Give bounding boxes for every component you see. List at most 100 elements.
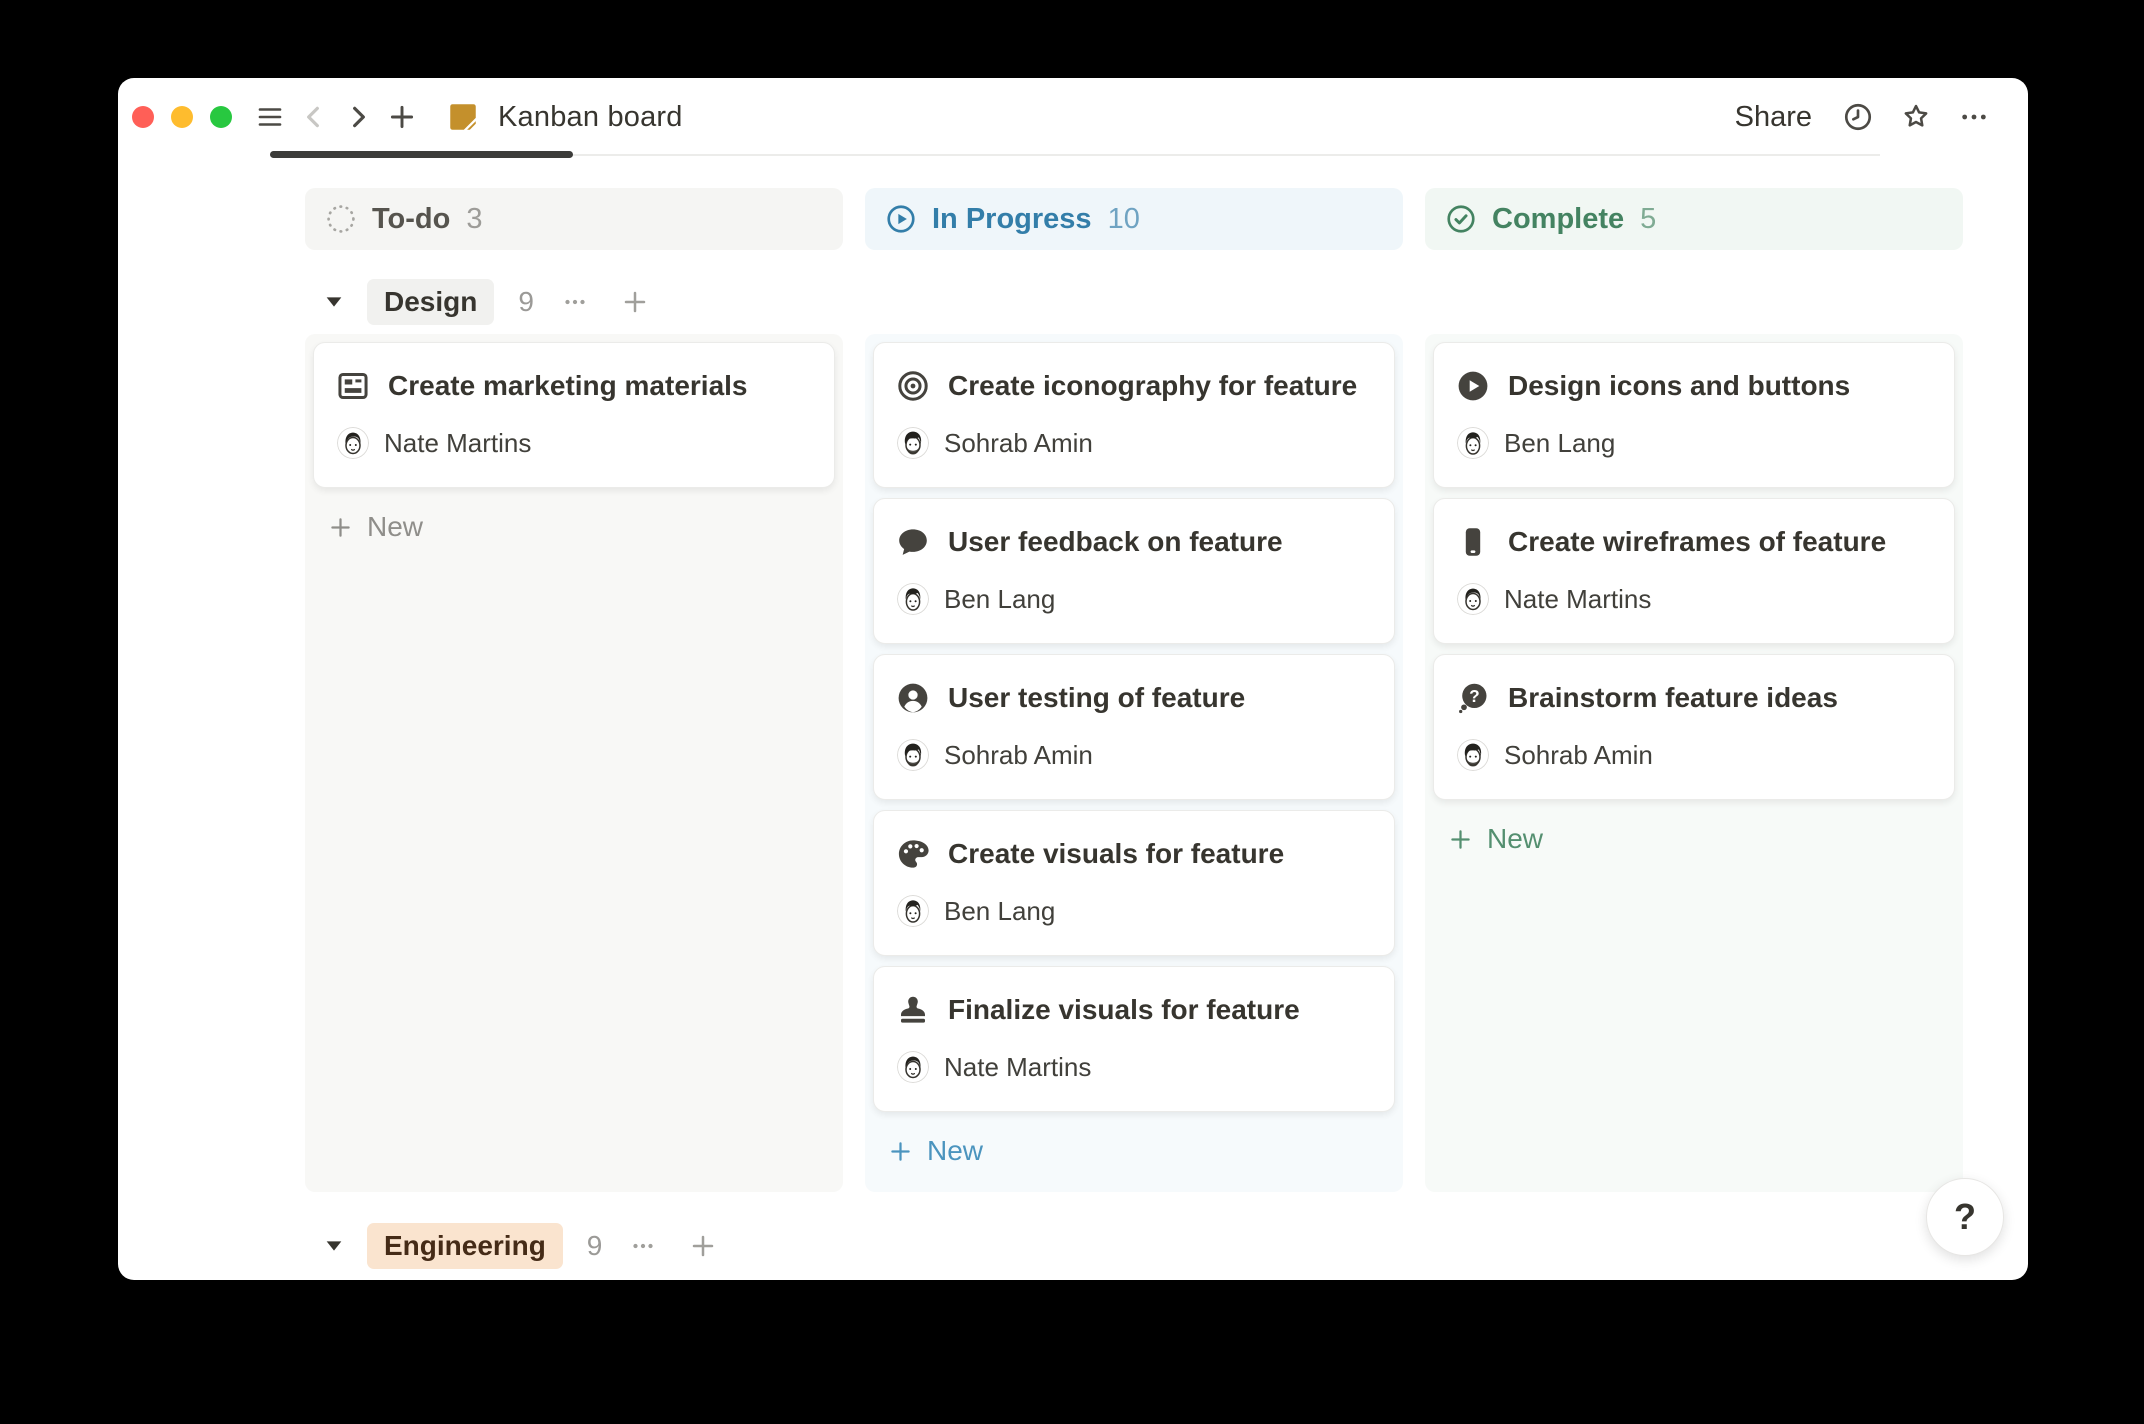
card-assignee: Nate Martins (1455, 583, 1933, 615)
play-circle-solid-icon (1455, 368, 1491, 404)
new-card-button[interactable]: New (1433, 810, 1955, 868)
hamburger-icon (254, 101, 286, 133)
kanban-card[interactable]: User testing of feature Sohrab Amin (873, 654, 1395, 800)
card-head: Finalize visuals for feature (895, 992, 1373, 1028)
group-more-button[interactable] (556, 283, 594, 321)
target-icon (895, 368, 931, 404)
help-button[interactable]: ? (1926, 1178, 2004, 1256)
plus-icon (386, 101, 418, 133)
toolbar: Kanban board Share (118, 78, 2028, 156)
columns-row: Create marketing materialsNate Martins Ne… (305, 334, 1984, 1192)
card-title: Finalize visuals for feature (948, 994, 1300, 1026)
group-add-button[interactable] (616, 283, 654, 321)
kanban-card[interactable]: Create visuals for feature Ben Lang (873, 810, 1395, 956)
speech-bubble-icon (895, 524, 931, 560)
card-head: Create wireframes of feature (1455, 524, 1933, 560)
column-body-todo: Create marketing materialsNate Martins Ne… (305, 334, 843, 1192)
group-row-design: Design 9 (305, 270, 1984, 334)
close-window-button[interactable] (132, 106, 154, 128)
card-head: ? Brainstorm feature ideas (1455, 680, 1933, 716)
assignee-name: Ben Lang (1504, 428, 1615, 459)
newspaper-icon (335, 368, 371, 404)
favorite-button[interactable] (1894, 95, 1938, 139)
new-card-label: New (1487, 823, 1543, 855)
sidebar-menu-button[interactable] (248, 95, 292, 139)
group-add-button[interactable] (684, 1227, 722, 1265)
kanban-board: To-do 3 In Progress10 Complete5 Design 9 Cr… (118, 156, 2028, 1266)
new-page-button[interactable] (380, 95, 424, 139)
column-header-in-progress[interactable]: In Progress10 (865, 188, 1403, 250)
card-assignee: Ben Lang (1455, 427, 1933, 459)
more-options-button[interactable] (1952, 95, 1996, 139)
kanban-card[interactable]: User feedback on feature Ben Lang (873, 498, 1395, 644)
minimize-window-button[interactable] (171, 106, 193, 128)
column-headers-row: To-do 3 In Progress10 Complete5 (305, 188, 1984, 250)
kanban-card[interactable]: Finalize visuals for feature Nate Martins (873, 966, 1395, 1112)
kanban-card[interactable]: Design icons and buttonsBen Lang (1433, 342, 1955, 488)
share-button[interactable]: Share (1725, 95, 1822, 140)
column-count: 3 (466, 203, 482, 236)
play-circle-icon (885, 203, 917, 235)
avatar-sohrab (897, 739, 929, 771)
card-title: Create wireframes of feature (1508, 526, 1886, 558)
group-more-button[interactable] (624, 1227, 662, 1265)
zoom-window-button[interactable] (210, 106, 232, 128)
updates-button[interactable] (1836, 95, 1880, 139)
kanban-card[interactable]: ? Brainstorm feature ideas Sohrab Amin (1433, 654, 1955, 800)
triangle-down-icon (323, 291, 345, 313)
card-title: User feedback on feature (948, 526, 1283, 558)
ellipsis-icon (628, 1231, 658, 1261)
assignee-name: Ben Lang (944, 584, 1055, 615)
group-toggle-button[interactable] (317, 1229, 351, 1263)
assignee-name: Nate Martins (384, 428, 531, 459)
card-assignee: Sohrab Amin (1455, 739, 1933, 771)
star-icon (1900, 101, 1932, 133)
avatar-ben (1457, 427, 1489, 459)
column-header-complete[interactable]: Complete5 (1425, 188, 1963, 250)
nav-back-button[interactable] (292, 95, 336, 139)
plus-icon (887, 1138, 914, 1165)
group-pill-engineering[interactable]: Engineering (367, 1223, 563, 1269)
group-row-engineering: Engineering 9 (305, 1226, 1984, 1266)
group-pill-design[interactable]: Design (367, 279, 494, 325)
card-assignee: Nate Martins (895, 1051, 1373, 1083)
chevron-left-icon (298, 101, 330, 133)
card-title: User testing of feature (948, 682, 1245, 714)
new-card-label: New (367, 511, 423, 543)
phone-icon (1455, 524, 1491, 560)
kanban-card[interactable]: Create iconography for feature Sohrab Ami… (873, 342, 1395, 488)
plus-icon (688, 1231, 718, 1261)
page-title[interactable]: Kanban board (498, 101, 683, 134)
card-head: User feedback on feature (895, 524, 1373, 560)
kanban-card[interactable]: Create wireframes of feature Nate Martins (1433, 498, 1955, 644)
assignee-name: Sohrab Amin (944, 428, 1093, 459)
group-toggle-button[interactable] (317, 285, 351, 319)
column-body-in-progress: Create iconography for feature Sohrab Ami… (865, 334, 1403, 1192)
avatar-nate (897, 1051, 929, 1083)
assignee-name: Sohrab Amin (1504, 740, 1653, 771)
avatar-nate (337, 427, 369, 459)
card-title: Brainstorm feature ideas (1508, 682, 1838, 714)
card-title: Create iconography for feature (948, 370, 1357, 402)
new-card-button[interactable]: New (873, 1122, 1395, 1180)
palette-icon (895, 836, 931, 872)
card-assignee: Nate Martins (335, 427, 813, 459)
assignee-name: Nate Martins (1504, 584, 1651, 615)
clock-icon (1842, 101, 1874, 133)
assignee-name: Sohrab Amin (944, 740, 1093, 771)
avatar-ben (897, 895, 929, 927)
dashed-circle-icon (325, 203, 357, 235)
card-head: Create iconography for feature (895, 368, 1373, 404)
card-title: Create visuals for feature (948, 838, 1284, 870)
stamp-icon (895, 992, 931, 1028)
assignee-name: Nate Martins (944, 1052, 1091, 1083)
column-header-todo[interactable]: To-do 3 (305, 188, 843, 250)
new-card-button[interactable]: New (313, 498, 835, 556)
card-assignee: Sohrab Amin (895, 427, 1373, 459)
kanban-card[interactable]: Create marketing materialsNate Martins (313, 342, 835, 488)
card-assignee: Ben Lang (895, 895, 1373, 927)
svg-text:?: ? (1469, 686, 1480, 706)
nav-forward-button[interactable] (336, 95, 380, 139)
column-label: Complete (1492, 203, 1624, 236)
column-label: To-do (372, 203, 450, 236)
